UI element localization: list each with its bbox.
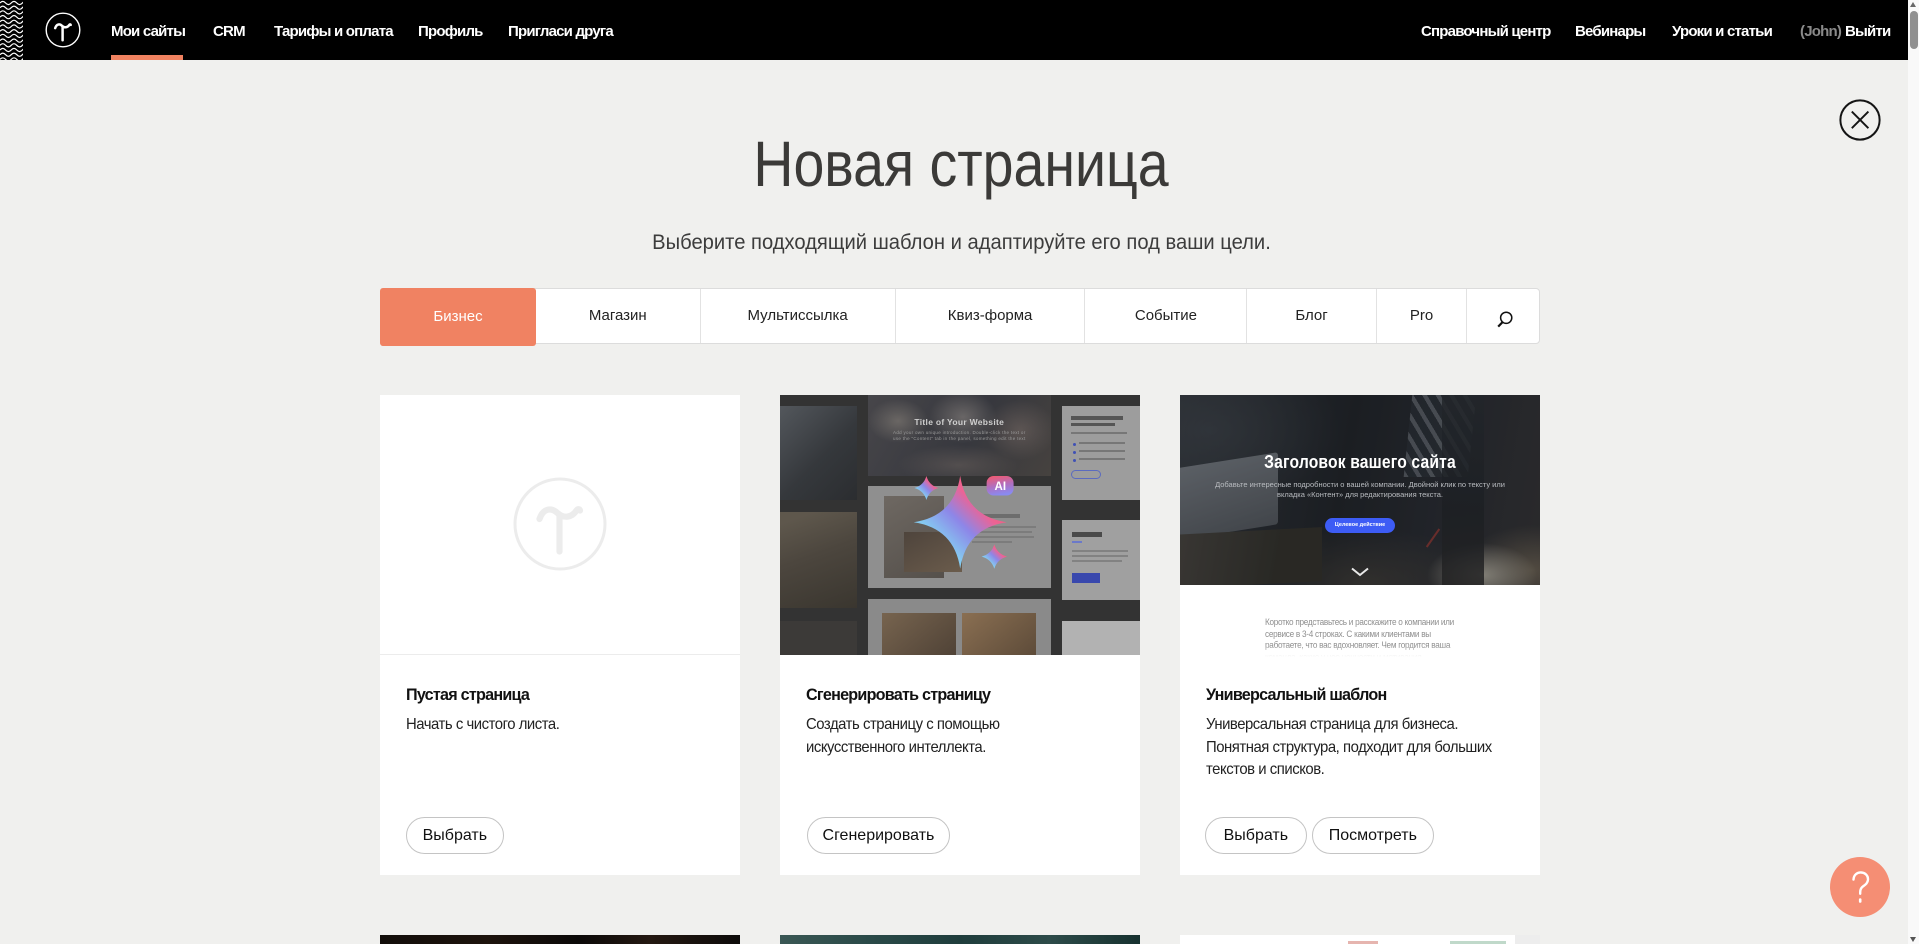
svg-text:AI: AI <box>995 481 1007 493</box>
